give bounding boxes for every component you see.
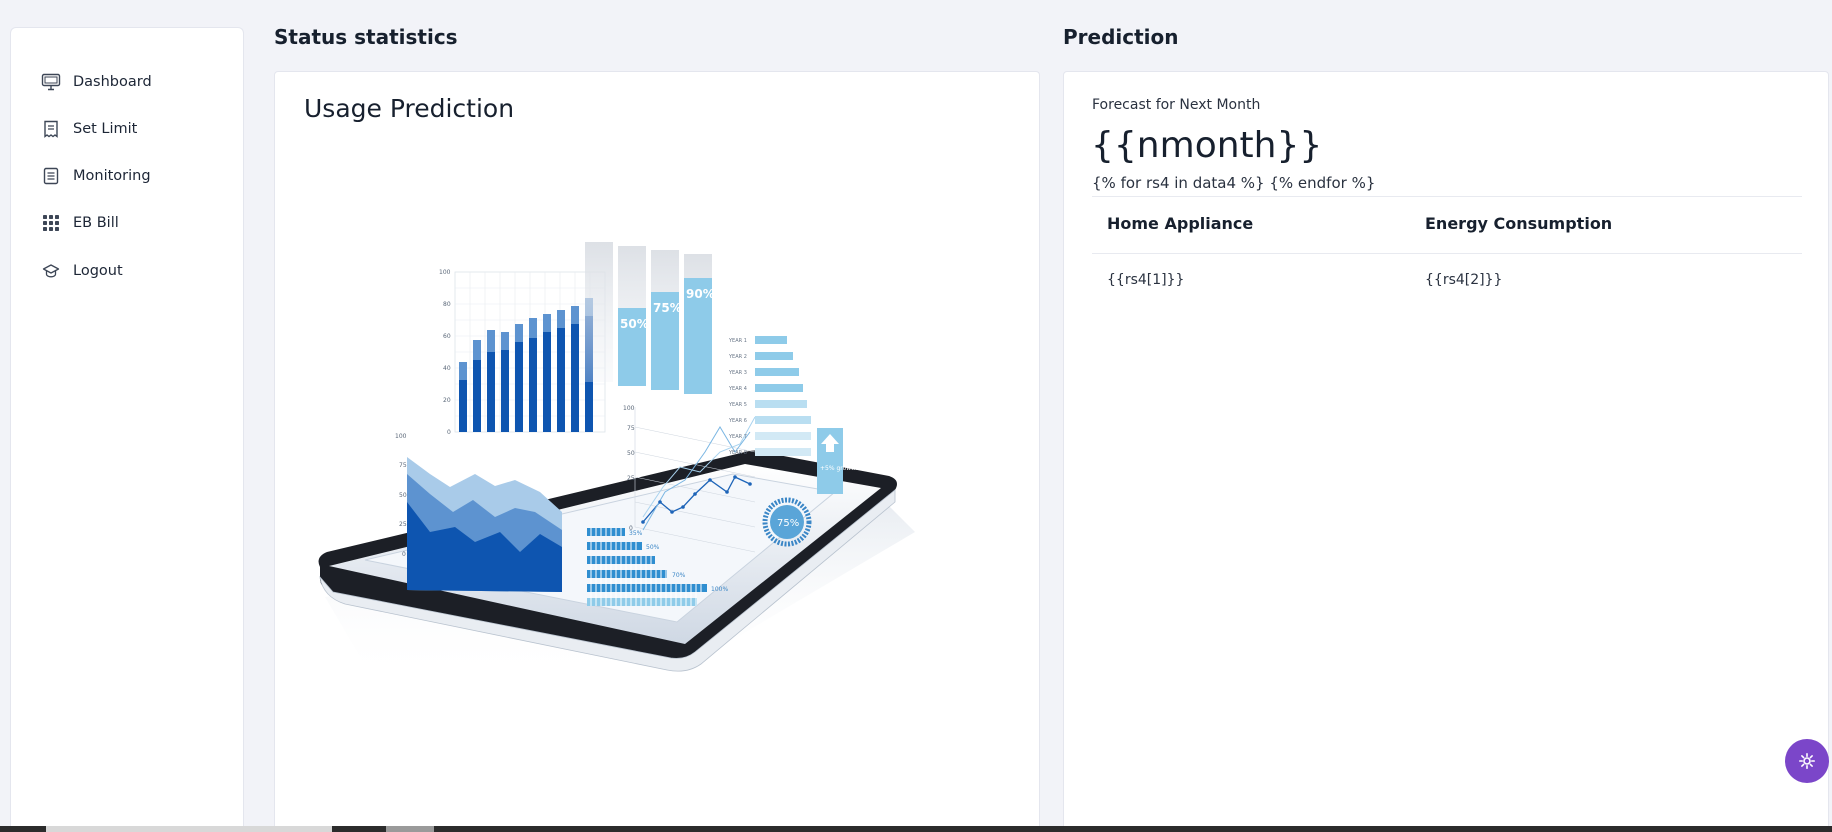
sidebar-item-label: Monitoring [73, 168, 151, 184]
bar-chart-element: 100 80 60 40 20 0 [439, 269, 606, 436]
year-label: YEAR 5 [728, 402, 747, 408]
area-axis-tick: 25 [399, 521, 407, 528]
year-label: YEAR 6 [728, 418, 747, 424]
card-title: Usage Prediction [304, 94, 515, 123]
sidebar: Dashboard Set Limit Monitoring EB Bill L… [10, 27, 244, 832]
sidebar-item-label: Set Limit [73, 121, 138, 137]
settings-fab-button[interactable] [1785, 739, 1829, 783]
line-axis-tick: 75 [627, 425, 635, 432]
area-axis-tick: 100 [395, 433, 407, 440]
monitor-icon [41, 72, 61, 92]
dial-label: 75% [777, 518, 799, 529]
prediction-title: Prediction [1063, 25, 1179, 49]
progress-label: 35% [629, 530, 643, 537]
area-axis-tick: 50 [399, 492, 407, 499]
area-axis-tick: 75 [399, 462, 407, 469]
sidebar-item-label: EB Bill [73, 215, 119, 231]
bar-axis-tick: 20 [443, 397, 451, 404]
year-progress-element: YEAR 1 YEAR 2 YEAR 3 YEAR 4 YEAR 5 YEAR … [728, 336, 811, 456]
year-label: YEAR 1 [728, 338, 747, 344]
bar-axis-tick: 40 [443, 365, 451, 372]
percent-label: 50% [620, 317, 649, 331]
bar-axis-tick: 80 [443, 301, 451, 308]
bar-axis-tick: 100 [439, 269, 451, 276]
prediction-card: Forecast for Next Month {{nmonth}} {% fo… [1063, 71, 1829, 832]
sidebar-item-label: Dashboard [73, 74, 152, 90]
forecast-value: {{nmonth}} [1091, 125, 1323, 166]
year-label: YEAR 3 [728, 370, 747, 376]
progress-label: 50% [646, 544, 660, 551]
divider [1092, 196, 1802, 197]
sidebar-item-label: Logout [73, 263, 123, 279]
percent-columns-element: 50% 75% 90% [585, 242, 715, 394]
year-label: YEAR 7 [728, 434, 747, 440]
bar-axis-tick: 0 [447, 429, 451, 436]
gear-icon [1799, 753, 1815, 769]
template-loop-text: {% for rs4 in data4 %} {% endfor %} [1092, 174, 1376, 192]
year-label: YEAR 2 [728, 354, 747, 360]
forecast-label: Forecast for Next Month [1092, 97, 1261, 113]
table-header-divider [1092, 253, 1802, 254]
year-label: YEAR 8 [728, 450, 747, 456]
growth-label: +5% growth [820, 465, 858, 472]
sidebar-item-eb-bill[interactable]: EB Bill [41, 209, 119, 237]
bar-axis-tick: 60 [443, 333, 451, 340]
line-axis-tick: 50 [627, 450, 635, 457]
sidebar-item-set-limit[interactable]: Set Limit [41, 115, 137, 143]
scrollbar-segment [386, 826, 434, 832]
line-axis-tick: 100 [623, 405, 635, 412]
area-chart-element: 100 75 50 25 0 [395, 433, 562, 592]
percent-label: 75% [653, 301, 682, 315]
percent-label: 90% [686, 287, 715, 301]
scrollbar-thumb[interactable] [46, 826, 332, 832]
table-cell-appliance: {{rs4[1]}} [1107, 272, 1185, 288]
progress-label: 100% [711, 586, 728, 593]
year-label: YEAR 4 [728, 386, 747, 392]
progress-label: 70% [672, 572, 686, 579]
area-axis-tick: 0 [402, 551, 406, 558]
sidebar-item-dashboard[interactable]: Dashboard [41, 68, 152, 96]
line-axis-tick: 25 [627, 475, 635, 482]
table-header-energy-consumption: Energy Consumption [1425, 214, 1613, 233]
list-icon [41, 166, 61, 186]
receipt-icon [41, 119, 61, 139]
table-header-home-appliance: Home Appliance [1107, 214, 1254, 233]
sidebar-item-monitoring[interactable]: Monitoring [41, 162, 151, 190]
usage-prediction-card: Usage Prediction 100 75 50 25 0 100 80 6… [274, 71, 1040, 832]
table-cell-consumption: {{rs4[2]}} [1425, 272, 1503, 288]
horizontal-scrollbar[interactable] [0, 826, 1832, 832]
logout-icon [41, 261, 61, 281]
status-statistics-title: Status statistics [274, 25, 458, 49]
tablet-analytics-illustration: 100 75 50 25 0 100 80 60 40 20 0 50% 75%… [318, 242, 915, 682]
grid-icon [41, 213, 61, 233]
sidebar-item-logout[interactable]: Logout [41, 257, 123, 285]
